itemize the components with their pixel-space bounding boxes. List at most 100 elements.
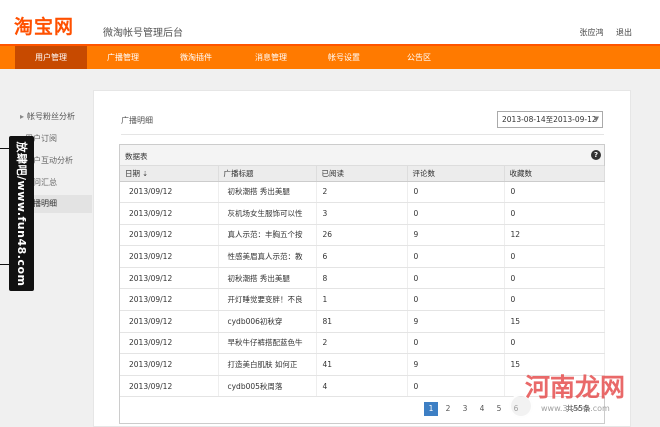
cell-read: 4 [316, 375, 408, 398]
cell-comments: 9 [407, 310, 505, 333]
cell-title[interactable]: 开灯睡觉要变胖！不良 [218, 288, 317, 312]
left-watermark: 放肆吧/www.fun48.com [9, 136, 34, 291]
cell-date: 2013/09/12 [120, 267, 219, 290]
cell-favorites: 0 [504, 267, 605, 290]
cell-read: 3 [316, 202, 408, 225]
table-row: 2013/09/12 初秋潮搭 秀出美腿 8 0 0 [120, 267, 605, 290]
broadcast-table: 日期 广播标题 已阅读 评论数 收藏数 2013/09/12 初秋潮搭 秀出美腿… [120, 166, 605, 398]
cell-comments: 0 [407, 375, 505, 398]
cell-date: 2013/09/12 [120, 202, 219, 225]
taobao-logo[interactable]: 淘宝网 [14, 12, 74, 39]
cell-title[interactable]: 初秋潮搭 秀出美腿 [218, 181, 317, 204]
sidebar-item-visit-summary[interactable]: 访问汇总 [25, 174, 92, 192]
divider [121, 134, 604, 135]
watermark-brand: 河南龙网 [525, 373, 626, 402]
cell-title[interactable]: 真人示范：丰胸五个按 [218, 224, 317, 247]
table-row: 2013/09/12 开灯睡觉要变胖！不良 1 0 0 [120, 288, 605, 312]
user-name[interactable]: 张应鸿 [579, 28, 603, 37]
page-button-3[interactable]: 3 [458, 402, 472, 416]
cell-comments: 0 [407, 267, 505, 290]
cell-comments: 0 [407, 202, 505, 225]
column-header-read: 已阅读 [316, 166, 408, 182]
cell-read: 1 [316, 288, 408, 312]
nav-item-account-settings[interactable]: 帐号设置 [308, 46, 380, 69]
logout-link[interactable]: 退出 [616, 28, 632, 37]
watermark-line [0, 148, 9, 149]
cell-comments: 0 [407, 288, 505, 312]
nav-item-broadcast-management[interactable]: 广播管理 [87, 46, 159, 69]
chevron-down-icon: ▼ [593, 115, 599, 123]
header: 淘宝网 微淘帐号管理后台 张应鸿 退出 [0, 0, 660, 44]
table-row: 2013/09/12 真人示范：丰胸五个按 26 9 12 [120, 224, 605, 247]
nav-item-weitao-plugins[interactable]: 微淘插件 [160, 46, 232, 69]
cell-favorites: 0 [504, 202, 605, 225]
date-range-value: 2013-08-14至2013-09-12 [502, 115, 597, 124]
watermark-url: www.3hama.com [541, 404, 610, 413]
cell-read: 8 [316, 267, 408, 290]
cell-title[interactable]: 性感美眉真人示范：教 [218, 245, 317, 268]
nav-item-message-management[interactable]: 消息管理 [235, 46, 307, 69]
cell-date: 2013/09/12 [120, 224, 219, 247]
cell-favorites: 0 [504, 288, 605, 312]
help-icon[interactable]: ? [591, 150, 601, 160]
sidebar-item-broadcast-detail[interactable]: 广播明细 [25, 195, 92, 213]
table-header-row: 日期 广播标题 已阅读 评论数 收藏数 [120, 166, 605, 182]
sidebar-section-title[interactable]: 帐号粉丝分析 [20, 111, 75, 122]
cell-comments: 9 [407, 224, 505, 247]
cell-title[interactable]: 灰机场女生服饰可以性 [218, 202, 317, 225]
table-row: 2013/09/12 早秋牛仔裤搭配蓝色牛 2 0 0 [120, 332, 605, 355]
app-subtitle: 微淘帐号管理后台 [103, 28, 183, 39]
cell-date: 2013/09/12 [120, 245, 219, 268]
cell-title[interactable]: 早秋牛仔裤搭配蓝色牛 [218, 332, 317, 355]
cell-date: 2013/09/12 [120, 375, 219, 398]
column-header-favorites: 收藏数 [504, 166, 605, 182]
page-title: 广播明细 [121, 116, 153, 125]
cell-date: 2013/09/12 [120, 332, 219, 355]
cell-date: 2013/09/12 [120, 181, 219, 204]
nav-item-user-management[interactable]: 用户管理 [15, 46, 87, 69]
cell-comments: 9 [407, 353, 505, 376]
page-button-2[interactable]: 2 [441, 402, 455, 416]
cell-favorites: 0 [504, 245, 605, 268]
cell-favorites: 0 [504, 181, 605, 204]
sidebar-item-interaction-analysis[interactable]: 用户互动分析 [25, 152, 92, 170]
cell-date: 2013/09/12 [120, 288, 219, 312]
main-nav: 用户管理 广播管理 微淘插件 消息管理 帐号设置 公告区 [0, 44, 660, 69]
cell-title[interactable]: 打造美白肌肤 如何正 [218, 353, 317, 376]
nav-item-announcements[interactable]: 公告区 [383, 46, 455, 69]
cell-title[interactable]: cydb006初秋穿 [218, 310, 317, 333]
cell-date: 2013/09/12 [120, 353, 219, 376]
column-header-date[interactable]: 日期 [120, 166, 219, 182]
cell-comments: 0 [407, 181, 505, 204]
table-caption: 数据表 [125, 152, 148, 161]
cell-read: 41 [316, 353, 408, 376]
cell-title[interactable]: 初秋潮搭 秀出美腿 [218, 267, 317, 290]
sidebar-item-subscriptions[interactable]: 用户订阅 [25, 130, 92, 148]
cell-favorites: 0 [504, 332, 605, 355]
cell-read: 26 [316, 224, 408, 247]
cell-read: 2 [316, 332, 408, 355]
cell-comments: 0 [407, 245, 505, 268]
table-caption-bar: 数据表 ? [120, 145, 604, 166]
cell-date: 2013/09/12 [120, 310, 219, 333]
cell-favorites: 15 [504, 310, 605, 333]
cell-read: 81 [316, 310, 408, 333]
user-area: 张应鸿 退出 [569, 27, 632, 38]
cell-comments: 0 [407, 332, 505, 355]
watermark-line [0, 264, 9, 265]
cell-title[interactable]: cydb005秋周落 [218, 375, 317, 398]
cell-favorites: 12 [504, 224, 605, 247]
page-button-5[interactable]: 5 [492, 402, 506, 416]
table-row: 2013/09/12 初秋潮搭 秀出美腿 2 0 0 [120, 181, 605, 204]
left-watermark-text: 放肆吧/www.fun48.com [14, 141, 28, 286]
cell-read: 2 [316, 181, 408, 204]
page-button-4[interactable]: 4 [475, 402, 489, 416]
table-row: 2013/09/12 cydb006初秋穿 81 9 15 [120, 310, 605, 333]
cell-read: 6 [316, 245, 408, 268]
table-row: 2013/09/12 灰机场女生服饰可以性 3 0 0 [120, 202, 605, 225]
bottom-right-watermark: 河南龙网 www.3hama.com [505, 368, 660, 427]
column-header-title: 广播标题 [218, 166, 317, 182]
column-header-comments: 评论数 [407, 166, 505, 182]
page-button-1[interactable]: 1 [424, 402, 438, 416]
date-range-select[interactable]: 2013-08-14至2013-09-12 ▼ [497, 111, 603, 128]
